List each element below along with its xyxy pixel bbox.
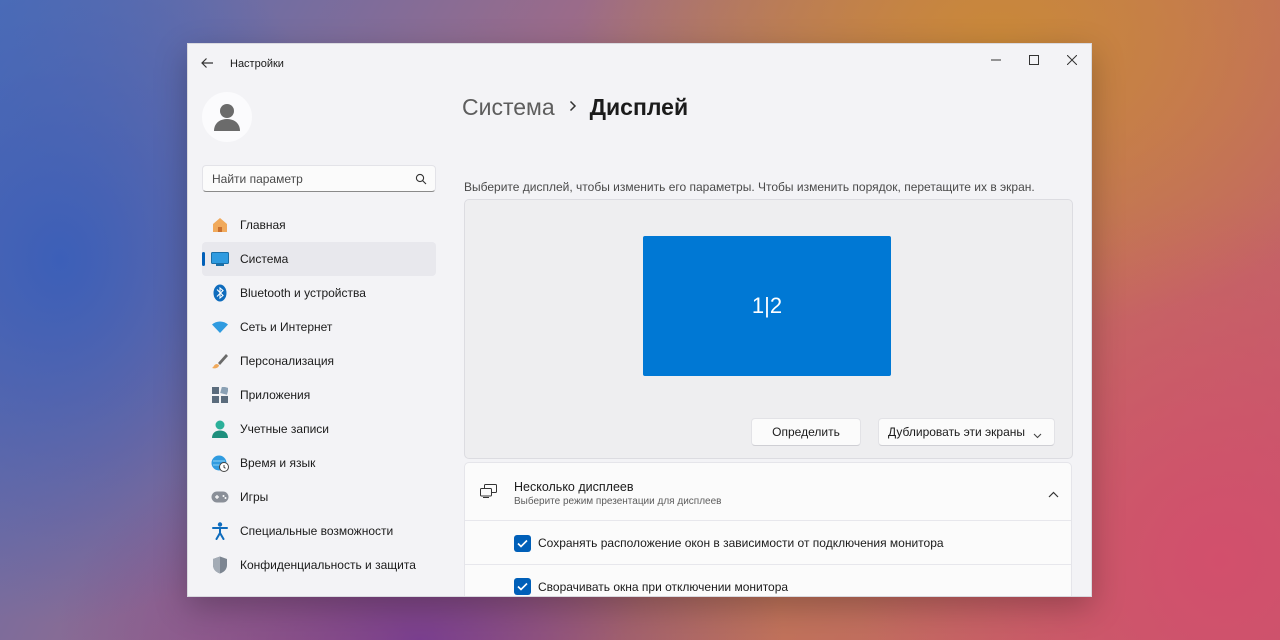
- user-icon: [210, 419, 230, 439]
- sidebar-item-apps[interactable]: Приложения: [202, 378, 436, 412]
- sidebar-item-system[interactable]: Система: [202, 242, 436, 276]
- remember-window-locations-option[interactable]: Сохранять расположение окон в зависимост…: [465, 521, 1071, 565]
- minimize-icon[interactable]: [977, 48, 1015, 72]
- search-icon[interactable]: [407, 173, 435, 185]
- accessibility-icon: [210, 521, 230, 541]
- identify-button[interactable]: Определить: [751, 418, 861, 446]
- option-label: Сохранять расположение окон в зависимост…: [538, 536, 944, 550]
- page-title: Дисплей: [589, 94, 689, 120]
- sidebar-item-label: Главная: [240, 218, 286, 232]
- chevron-down-icon: [1033, 428, 1042, 442]
- breadcrumb-parent[interactable]: Система: [462, 94, 555, 121]
- home-icon: [210, 215, 230, 235]
- sidebar-item-home[interactable]: Главная: [202, 208, 436, 242]
- sidebar-item-label: Конфиденциальность и защита: [240, 558, 416, 572]
- sidebar-item-label: Приложения: [240, 388, 311, 402]
- brush-icon: [210, 351, 230, 371]
- back-arrow-icon[interactable]: [200, 56, 218, 72]
- option-label: Сворачивать окна при отключении монитора: [538, 579, 789, 594]
- duplicate-displays-value: Дублировать эти экраны: [888, 425, 1026, 439]
- maximize-icon[interactable]: [1015, 48, 1053, 72]
- multiple-displays-header[interactable]: Несколько дисплеев Выберите режим презен…: [465, 463, 1071, 521]
- search-input[interactable]: Найти параметр: [202, 165, 436, 192]
- checkmark-icon: [517, 539, 528, 548]
- multi-monitor-icon: [480, 484, 498, 503]
- title-bar: Настройки: [188, 44, 1091, 84]
- sidebar-nav: Главная Система Bluetooth и устройства С…: [202, 208, 436, 582]
- shield-icon: [210, 555, 230, 575]
- avatar[interactable]: [202, 92, 252, 142]
- sidebar-item-bluetooth[interactable]: Bluetooth и устройства: [202, 276, 436, 310]
- checkbox-checked[interactable]: [514, 534, 531, 552]
- gamepad-icon: [210, 487, 230, 507]
- chevron-up-icon[interactable]: [1048, 485, 1059, 503]
- user-avatar-icon: [214, 104, 240, 131]
- close-icon[interactable]: [1053, 48, 1091, 72]
- arrangement-hint: Выберите дисплей, чтобы изменить его пар…: [464, 180, 1035, 194]
- duplicate-displays-select[interactable]: Дублировать эти экраны: [878, 418, 1055, 446]
- sidebar-item-accounts[interactable]: Учетные записи: [202, 412, 436, 446]
- app-title: Настройки: [230, 58, 284, 70]
- bluetooth-icon: [210, 283, 230, 303]
- checkmark-icon: [517, 582, 528, 591]
- multiple-displays-title: Несколько дисплеев: [514, 480, 634, 494]
- sidebar-item-label: Специальные возможности: [240, 524, 394, 538]
- sidebar-item-label: Время и язык: [240, 456, 316, 470]
- sidebar-item-label: Учетные записи: [240, 422, 329, 436]
- sidebar-item-personalization[interactable]: Персонализация: [202, 344, 436, 378]
- apps-icon: [210, 385, 230, 405]
- sidebar-item-network[interactable]: Сеть и Интернет: [202, 310, 436, 344]
- sidebar-item-time-language[interactable]: Время и язык: [202, 446, 436, 480]
- minimize-windows-option[interactable]: Сворачивать окна при отключении монитора: [465, 564, 1071, 596]
- sidebar-item-label: Сеть и Интернет: [240, 320, 333, 334]
- multiple-displays-subtitle: Выберите режим презентации для дисплеев: [514, 496, 722, 507]
- sidebar-item-label: Система: [240, 252, 289, 266]
- display-tile[interactable]: 1|2: [643, 236, 891, 376]
- sidebar-item-label: Bluetooth и устройства: [240, 286, 366, 300]
- wifi-icon: [210, 317, 230, 337]
- multiple-displays-card: Несколько дисплеев Выберите режим презен…: [464, 462, 1072, 596]
- sidebar-item-privacy[interactable]: Конфиденциальность и защита: [202, 548, 436, 582]
- checkbox-checked[interactable]: [514, 578, 531, 595]
- sidebar-item-accessibility[interactable]: Специальные возможности: [202, 514, 436, 548]
- search-placeholder: Найти параметр: [212, 171, 303, 186]
- sidebar-item-label: Персонализация: [240, 354, 335, 368]
- globe-clock-icon: [210, 453, 230, 473]
- breadcrumb: Система Дисплей: [462, 94, 688, 121]
- monitor-icon: [210, 249, 230, 269]
- sidebar-item-gaming[interactable]: Игры: [202, 480, 436, 514]
- sidebar-item-label: Игры: [240, 490, 269, 504]
- chevron-right-icon: [569, 99, 577, 117]
- display-arrangement-panel: 1|2 Определить Дублировать эти экраны: [464, 199, 1073, 459]
- settings-window: Настройки Найти параметр Главная Система…: [187, 43, 1092, 597]
